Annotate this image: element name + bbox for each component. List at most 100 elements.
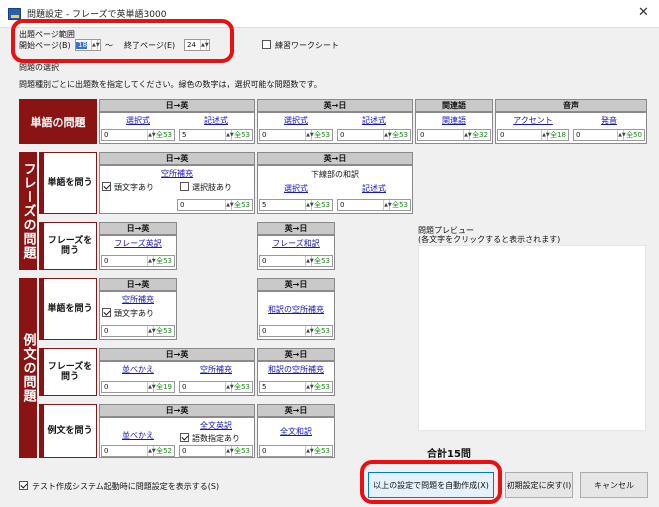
spin-arrows-icon[interactable]: ▲▼ (383, 130, 392, 140)
spin-arrows-icon[interactable]: ▲▼ (305, 326, 314, 336)
example-sentence-reorder-count[interactable]: 0 ▲▼ 全52 (101, 445, 175, 457)
word-accent-count[interactable]: 0 ▲▼ 全18 (497, 129, 569, 141)
phrase-section-label: フレーズの問題 (19, 152, 37, 270)
checkbox-icon[interactable] (102, 308, 111, 317)
spin-arrows-icon[interactable]: ▲▼ (225, 130, 234, 140)
range-group-label: 出題ページ範囲 (19, 30, 75, 39)
spin-arrows-icon[interactable]: ▲▼ (147, 446, 156, 456)
total-count: 合計15問 (427, 449, 471, 460)
word-accent-link[interactable]: アクセント (495, 116, 571, 126)
example-word-ej-link[interactable]: 空所補充 (99, 295, 177, 305)
spin-arrows-icon[interactable]: ▲▼ (305, 130, 314, 140)
example-word-ej-count[interactable]: 0 ▲▼ 全53 (101, 325, 175, 337)
phrase-word-je-choice-count[interactable]: 5 ▲▼ 全53 (259, 199, 333, 211)
word-je-written-link[interactable]: 記述式 (335, 116, 413, 126)
checkbox-icon[interactable] (262, 40, 271, 49)
preview-label: 問題プレビュー (418, 226, 474, 235)
word-ej-choice-link[interactable]: 選択式 (99, 116, 177, 126)
word-je-written-count[interactable]: 0 ▲▼ 全53 (337, 129, 411, 141)
spin-arrows-icon[interactable]: ▲▼ (147, 130, 156, 140)
example-word-je-count[interactable]: 0 ▲▼ 全53 (259, 325, 333, 337)
spin-arrows-icon[interactable]: ▲▼ (305, 446, 314, 456)
phrase-phrase-ej-link[interactable]: フレーズ英訳 (99, 239, 177, 249)
spin-arrows-icon[interactable]: ▲▼ (541, 130, 550, 140)
phrase-ask-phrase-label: フレーズを問う (39, 222, 97, 270)
phrase-choices-checkbox[interactable] (180, 182, 189, 191)
example-sentence-je-count[interactable]: 0 ▲▼ 全53 (259, 445, 333, 457)
checkbox-icon[interactable] (102, 182, 111, 191)
example-phrase-je-count[interactable]: 5 ▲▼ 全53 (259, 381, 333, 393)
example-phrase-blank-link[interactable]: 空所補充 (177, 365, 255, 375)
spin-arrows-icon[interactable]: ▲▼ (225, 446, 234, 456)
example-wordcount-checkbox[interactable] (180, 433, 189, 442)
example-initial-label: 頭文字あり (114, 309, 154, 318)
word-audio-header: 音声 (495, 99, 647, 112)
startup-checkbox[interactable] (19, 481, 28, 490)
example-wordcount-label: 語数指定あり (192, 434, 240, 443)
phrase-word-je-written-link[interactable]: 記述式 (335, 184, 413, 194)
close-icon[interactable]: ✕ (638, 5, 649, 20)
example-sentence-translate-link[interactable]: 全文英訳 (177, 421, 255, 431)
spin-arrows-icon[interactable]: ▲▼ (463, 130, 472, 140)
word-ej-written-count[interactable]: 5 ▲▼ 全53 (179, 129, 253, 141)
word-related-count[interactable]: 0 ▲▼ 全32 (417, 129, 491, 141)
reset-button[interactable]: 初期設定に戻す(I) (505, 472, 573, 498)
phrase-phrase-ej-count[interactable]: 0 ▲▼ 全53 (101, 255, 175, 267)
end-page-label: 終了ページ(E) (124, 41, 176, 50)
auto-create-button[interactable]: 以上の設定で問題を自動作成(X) (368, 472, 494, 498)
startup-label: テスト作成システム起動時に問題設定を表示する(S) (32, 482, 220, 491)
word-pronunciation-link[interactable]: 発音 (571, 116, 647, 126)
spin-arrows-icon[interactable]: ▲▼ (305, 256, 314, 266)
word-ej-written-link[interactable]: 記述式 (177, 116, 255, 126)
phrase-ask-word-label: 単語を問う (39, 152, 97, 214)
spin-arrows-icon[interactable]: ▲▼ (147, 256, 156, 266)
spin-arrows-icon[interactable]: ▲▼ (225, 382, 234, 392)
word-pronunciation-count[interactable]: 0 ▲▼ 全50 (573, 129, 645, 141)
worksheet-checkbox[interactable] (262, 40, 271, 49)
checkbox-icon[interactable] (180, 182, 189, 191)
example-word-je-link[interactable]: 和訳の空所補充 (257, 305, 335, 315)
end-page-input[interactable]: 24 ▲▼ (184, 39, 210, 51)
example-phrase-reorder-link[interactable]: 並べかえ (99, 365, 177, 375)
start-page-input[interactable]: 18 ▲▼ (75, 39, 101, 51)
selection-hint: 問題種別ごとに出題数を指定してください。緑色の数字は，選択可能な問題数です。 (19, 80, 322, 89)
phrase-phrase-je-link[interactable]: フレーズ和訳 (257, 239, 335, 249)
word-je-choice-count[interactable]: 0 ▲▼ 全53 (259, 129, 333, 141)
cancel-button[interactable]: キャンセル (580, 472, 648, 498)
phrase-word-je-sub: 下線部の和訳 (311, 170, 359, 179)
phrase-word-je-choice-link[interactable]: 選択式 (257, 184, 335, 194)
example-phrase-blank-count[interactable]: 0 ▲▼ 全53 (179, 381, 253, 393)
example-sentence-translate-count[interactable]: 0 ▲▼ 全53 (179, 445, 253, 457)
example-sentence-je-link[interactable]: 全文和訳 (257, 427, 335, 437)
phrase-initial-checkbox[interactable] (102, 182, 111, 191)
example-initial-checkbox[interactable] (102, 308, 111, 317)
phrase-word-ej-header: 日→英 (99, 152, 255, 165)
range-tilde: 〜 (105, 41, 113, 50)
phrase-phrase-je-header: 英→日 (257, 222, 335, 235)
spin-arrows-icon[interactable]: ▲▼ (91, 40, 100, 50)
checkbox-icon[interactable] (19, 481, 28, 490)
word-je-choice-link[interactable]: 選択式 (257, 116, 335, 126)
phrase-word-ej-count[interactable]: 0 ▲▼ 全53 (177, 199, 253, 211)
spin-arrows-icon[interactable]: ▲▼ (305, 382, 314, 392)
phrase-phrase-je-count[interactable]: 0 ▲▼ 全53 (259, 255, 333, 267)
checkbox-icon[interactable] (180, 433, 189, 442)
spin-arrows-icon[interactable]: ▲▼ (147, 326, 156, 336)
preview-pane[interactable] (418, 245, 646, 431)
spin-arrows-icon[interactable]: ▲▼ (147, 382, 156, 392)
word-related-link[interactable]: 関連語 (415, 116, 493, 126)
example-sentence-reorder-link[interactable]: 並べかえ (99, 431, 177, 441)
example-phrase-je-header: 英→日 (257, 348, 335, 361)
spin-arrows-icon[interactable]: ▲▼ (383, 200, 392, 210)
spin-arrows-icon[interactable]: ▲▼ (225, 200, 234, 210)
word-ej-choice-count[interactable]: 0 ▲▼ 全53 (101, 129, 175, 141)
example-phrase-ej-header: 日→英 (99, 348, 255, 361)
spin-arrows-icon[interactable]: ▲▼ (305, 200, 314, 210)
spin-arrows-icon[interactable]: ▲▼ (200, 40, 209, 50)
example-phrase-reorder-count[interactable]: 0 ▲▼ 全19 (101, 381, 175, 393)
phrase-word-je-written-count[interactable]: 0 ▲▼ 全53 (337, 199, 411, 211)
phrase-choices-label: 選択肢あり (192, 183, 232, 192)
spin-arrows-icon[interactable]: ▲▼ (617, 130, 626, 140)
phrase-word-ej-link[interactable]: 空所補充 (99, 169, 255, 179)
example-phrase-je-link[interactable]: 和訳の空所補充 (257, 365, 335, 375)
